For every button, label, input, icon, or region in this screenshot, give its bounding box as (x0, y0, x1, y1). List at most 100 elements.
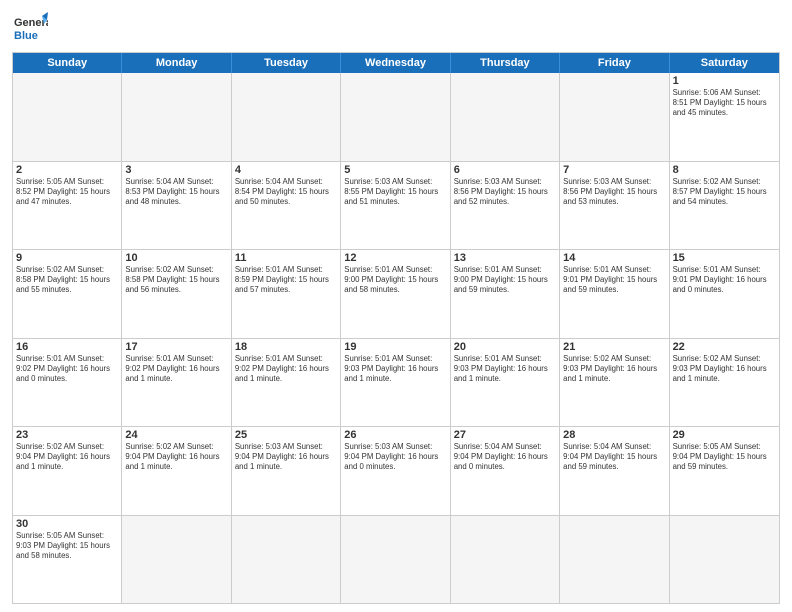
day-number: 27 (454, 429, 556, 441)
day-info: Sunrise: 5:01 AM Sunset: 9:01 PM Dayligh… (673, 265, 776, 295)
empty-cell-5-2 (232, 516, 341, 604)
empty-cell-5-3 (341, 516, 450, 604)
day-cell-16: 16Sunrise: 5:01 AM Sunset: 9:02 PM Dayli… (13, 339, 122, 427)
weekday-header-friday: Friday (560, 53, 669, 73)
day-cell-29: 29Sunrise: 5:05 AM Sunset: 9:04 PM Dayli… (670, 427, 779, 515)
day-number: 21 (563, 341, 665, 353)
day-number: 18 (235, 341, 337, 353)
day-info: Sunrise: 5:04 AM Sunset: 8:53 PM Dayligh… (125, 177, 227, 207)
day-info: Sunrise: 5:03 AM Sunset: 8:56 PM Dayligh… (454, 177, 556, 207)
day-info: Sunrise: 5:04 AM Sunset: 9:04 PM Dayligh… (563, 442, 665, 472)
day-number: 17 (125, 341, 227, 353)
day-info: Sunrise: 5:05 AM Sunset: 9:03 PM Dayligh… (16, 531, 118, 561)
svg-text:Blue: Blue (14, 30, 38, 42)
empty-cell-0-2 (232, 73, 341, 161)
day-number: 24 (125, 429, 227, 441)
day-cell-23: 23Sunrise: 5:02 AM Sunset: 9:04 PM Dayli… (13, 427, 122, 515)
day-info: Sunrise: 5:03 AM Sunset: 8:55 PM Dayligh… (344, 177, 446, 207)
empty-cell-0-1 (122, 73, 231, 161)
day-cell-5: 5Sunrise: 5:03 AM Sunset: 8:55 PM Daylig… (341, 162, 450, 250)
header: General Blue (12, 10, 780, 46)
day-info: Sunrise: 5:02 AM Sunset: 8:58 PM Dayligh… (125, 265, 227, 295)
empty-cell-0-4 (451, 73, 560, 161)
day-cell-3: 3Sunrise: 5:04 AM Sunset: 8:53 PM Daylig… (122, 162, 231, 250)
empty-cell-5-1 (122, 516, 231, 604)
day-info: Sunrise: 5:02 AM Sunset: 9:04 PM Dayligh… (125, 442, 227, 472)
day-cell-27: 27Sunrise: 5:04 AM Sunset: 9:04 PM Dayli… (451, 427, 560, 515)
day-number: 4 (235, 164, 337, 176)
day-info: Sunrise: 5:03 AM Sunset: 8:56 PM Dayligh… (563, 177, 665, 207)
day-cell-12: 12Sunrise: 5:01 AM Sunset: 9:00 PM Dayli… (341, 250, 450, 338)
day-cell-14: 14Sunrise: 5:01 AM Sunset: 9:01 PM Dayli… (560, 250, 669, 338)
calendar-row-1: 2Sunrise: 5:05 AM Sunset: 8:52 PM Daylig… (13, 161, 779, 250)
calendar-header: SundayMondayTuesdayWednesdayThursdayFrid… (13, 53, 779, 73)
day-number: 11 (235, 252, 337, 264)
day-info: Sunrise: 5:03 AM Sunset: 9:04 PM Dayligh… (344, 442, 446, 472)
day-info: Sunrise: 5:01 AM Sunset: 9:03 PM Dayligh… (454, 354, 556, 384)
day-cell-19: 19Sunrise: 5:01 AM Sunset: 9:03 PM Dayli… (341, 339, 450, 427)
calendar-row-5: 30Sunrise: 5:05 AM Sunset: 9:03 PM Dayli… (13, 515, 779, 604)
empty-cell-5-5 (560, 516, 669, 604)
day-info: Sunrise: 5:01 AM Sunset: 9:02 PM Dayligh… (16, 354, 118, 384)
day-number: 6 (454, 164, 556, 176)
day-info: Sunrise: 5:01 AM Sunset: 9:00 PM Dayligh… (344, 265, 446, 295)
weekday-header-thursday: Thursday (451, 53, 560, 73)
day-info: Sunrise: 5:01 AM Sunset: 9:00 PM Dayligh… (454, 265, 556, 295)
logo-icon: General Blue (12, 10, 48, 46)
day-number: 14 (563, 252, 665, 264)
day-cell-24: 24Sunrise: 5:02 AM Sunset: 9:04 PM Dayli… (122, 427, 231, 515)
day-cell-15: 15Sunrise: 5:01 AM Sunset: 9:01 PM Dayli… (670, 250, 779, 338)
day-cell-11: 11Sunrise: 5:01 AM Sunset: 8:59 PM Dayli… (232, 250, 341, 338)
weekday-header-monday: Monday (122, 53, 231, 73)
page: General Blue SundayMondayTuesdayWednesda… (0, 0, 792, 612)
day-cell-21: 21Sunrise: 5:02 AM Sunset: 9:03 PM Dayli… (560, 339, 669, 427)
day-number: 29 (673, 429, 776, 441)
calendar: SundayMondayTuesdayWednesdayThursdayFrid… (12, 52, 780, 604)
day-number: 13 (454, 252, 556, 264)
day-cell-2: 2Sunrise: 5:05 AM Sunset: 8:52 PM Daylig… (13, 162, 122, 250)
day-info: Sunrise: 5:01 AM Sunset: 9:01 PM Dayligh… (563, 265, 665, 295)
day-cell-17: 17Sunrise: 5:01 AM Sunset: 9:02 PM Dayli… (122, 339, 231, 427)
calendar-row-4: 23Sunrise: 5:02 AM Sunset: 9:04 PM Dayli… (13, 426, 779, 515)
day-info: Sunrise: 5:01 AM Sunset: 9:03 PM Dayligh… (344, 354, 446, 384)
day-number: 2 (16, 164, 118, 176)
day-number: 26 (344, 429, 446, 441)
day-number: 7 (563, 164, 665, 176)
day-cell-1: 1Sunrise: 5:06 AM Sunset: 8:51 PM Daylig… (670, 73, 779, 161)
day-number: 5 (344, 164, 446, 176)
day-info: Sunrise: 5:02 AM Sunset: 9:03 PM Dayligh… (673, 354, 776, 384)
day-number: 15 (673, 252, 776, 264)
day-cell-6: 6Sunrise: 5:03 AM Sunset: 8:56 PM Daylig… (451, 162, 560, 250)
day-cell-7: 7Sunrise: 5:03 AM Sunset: 8:56 PM Daylig… (560, 162, 669, 250)
day-cell-4: 4Sunrise: 5:04 AM Sunset: 8:54 PM Daylig… (232, 162, 341, 250)
calendar-row-3: 16Sunrise: 5:01 AM Sunset: 9:02 PM Dayli… (13, 338, 779, 427)
day-cell-10: 10Sunrise: 5:02 AM Sunset: 8:58 PM Dayli… (122, 250, 231, 338)
day-info: Sunrise: 5:02 AM Sunset: 8:57 PM Dayligh… (673, 177, 776, 207)
day-cell-9: 9Sunrise: 5:02 AM Sunset: 8:58 PM Daylig… (13, 250, 122, 338)
day-info: Sunrise: 5:04 AM Sunset: 8:54 PM Dayligh… (235, 177, 337, 207)
day-number: 9 (16, 252, 118, 264)
day-number: 23 (16, 429, 118, 441)
weekday-header-sunday: Sunday (13, 53, 122, 73)
day-number: 19 (344, 341, 446, 353)
day-number: 3 (125, 164, 227, 176)
day-info: Sunrise: 5:05 AM Sunset: 8:52 PM Dayligh… (16, 177, 118, 207)
empty-cell-5-4 (451, 516, 560, 604)
day-number: 25 (235, 429, 337, 441)
day-info: Sunrise: 5:02 AM Sunset: 9:04 PM Dayligh… (16, 442, 118, 472)
day-info: Sunrise: 5:01 AM Sunset: 8:59 PM Dayligh… (235, 265, 337, 295)
day-cell-26: 26Sunrise: 5:03 AM Sunset: 9:04 PM Dayli… (341, 427, 450, 515)
day-number: 28 (563, 429, 665, 441)
day-cell-13: 13Sunrise: 5:01 AM Sunset: 9:00 PM Dayli… (451, 250, 560, 338)
day-cell-28: 28Sunrise: 5:04 AM Sunset: 9:04 PM Dayli… (560, 427, 669, 515)
day-number: 1 (673, 75, 776, 87)
day-number: 16 (16, 341, 118, 353)
day-info: Sunrise: 5:02 AM Sunset: 9:03 PM Dayligh… (563, 354, 665, 384)
day-cell-8: 8Sunrise: 5:02 AM Sunset: 8:57 PM Daylig… (670, 162, 779, 250)
weekday-header-saturday: Saturday (670, 53, 779, 73)
day-cell-30: 30Sunrise: 5:05 AM Sunset: 9:03 PM Dayli… (13, 516, 122, 604)
day-cell-20: 20Sunrise: 5:01 AM Sunset: 9:03 PM Dayli… (451, 339, 560, 427)
day-info: Sunrise: 5:06 AM Sunset: 8:51 PM Dayligh… (673, 88, 776, 118)
calendar-body: 1Sunrise: 5:06 AM Sunset: 8:51 PM Daylig… (13, 73, 779, 603)
day-info: Sunrise: 5:01 AM Sunset: 9:02 PM Dayligh… (125, 354, 227, 384)
